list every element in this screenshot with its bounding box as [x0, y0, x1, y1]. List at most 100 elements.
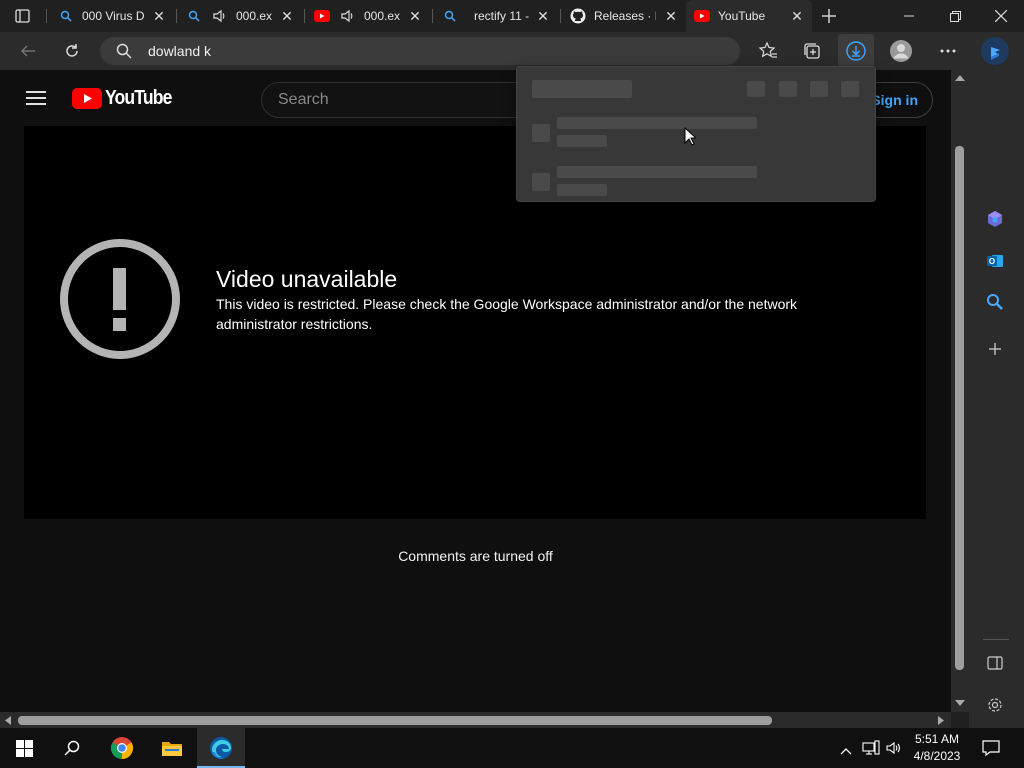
close-window-button[interactable]	[978, 0, 1024, 32]
download-item-name-placeholder	[557, 166, 757, 178]
close-tab-icon[interactable]: ✕	[152, 9, 166, 23]
downloads-flyout[interactable]	[516, 66, 876, 202]
search-placeholder: Search	[278, 91, 329, 108]
network-button[interactable]	[862, 740, 880, 756]
bing-icon	[981, 37, 1009, 65]
volume-icon	[886, 741, 900, 755]
volume-button[interactable]	[886, 740, 902, 756]
tab-title: 000 Virus D	[82, 9, 144, 23]
system-clock[interactable]: 5:51 AM 4/8/2023	[906, 731, 968, 765]
speaker-icon[interactable]	[212, 8, 228, 24]
profile-avatar-icon	[890, 40, 912, 62]
taskbar-chrome-button[interactable]	[98, 728, 146, 768]
browser-toolbar: dowland k	[0, 32, 969, 70]
tab-title: 000.exe	[236, 9, 272, 23]
edge-sidebar: O	[969, 32, 1024, 728]
hide-sidebar-button[interactable]	[984, 652, 1006, 674]
settings-and-more-button[interactable]	[933, 38, 963, 64]
close-tab-icon[interactable]: ✕	[790, 9, 804, 23]
bing-chat-button[interactable]	[980, 34, 1010, 68]
speaker-icon[interactable]	[340, 8, 356, 24]
sidebar-settings-button[interactable]	[984, 694, 1006, 716]
sign-in-label: Sign in	[871, 92, 918, 108]
search-icon	[186, 8, 202, 24]
close-tab-icon[interactable]: ✕	[280, 9, 294, 23]
minimize-button[interactable]	[886, 0, 932, 32]
refresh-button[interactable]	[54, 32, 90, 70]
tab-title: YouTube	[718, 9, 766, 23]
taskbar-file-explorer-button[interactable]	[148, 728, 196, 768]
new-tab-button[interactable]	[820, 7, 838, 25]
scroll-down-icon	[955, 700, 965, 706]
svg-text:O: O	[989, 257, 995, 266]
tab-separator	[46, 9, 47, 23]
comments-status: Comments are turned off	[398, 548, 553, 564]
sidebar-search-button[interactable]	[984, 291, 1006, 313]
clock-time: 5:51 AM	[914, 732, 960, 746]
tab-1[interactable]: 000.exe ✕	[178, 0, 302, 32]
hamburger-menu-button[interactable]	[26, 90, 46, 106]
restore-icon	[949, 10, 961, 22]
flyout-action-placeholder[interactable]	[747, 81, 765, 97]
gear-icon	[988, 698, 1002, 712]
more-dots-icon	[940, 49, 956, 53]
tab-3[interactable]: rectify 11 - ✕	[434, 0, 558, 32]
youtube-icon	[314, 8, 330, 24]
refresh-icon	[66, 44, 78, 57]
tab-5[interactable]: YouTube ✕	[686, 0, 812, 32]
tab-4[interactable]: Releases · M ✕	[562, 0, 686, 32]
sidebar-copilot-button[interactable]	[984, 208, 1006, 230]
horizontal-scroll-thumb[interactable]	[18, 716, 772, 725]
notification-icon	[982, 740, 1000, 757]
copilot-icon	[988, 211, 1002, 227]
plus-icon	[989, 343, 1001, 355]
flyout-action-placeholder[interactable]	[810, 81, 828, 97]
windows-taskbar: 5:51 AM 4/8/2023	[0, 728, 1024, 768]
close-tab-icon[interactable]: ✕	[408, 9, 422, 23]
plus-icon	[822, 9, 836, 23]
tab-separator	[560, 9, 561, 23]
downloads-button[interactable]	[838, 34, 874, 68]
youtube-icon	[694, 8, 710, 24]
tab-title: Releases · M	[594, 9, 656, 23]
download-item-status-placeholder	[557, 135, 607, 147]
flyout-action-placeholder[interactable]	[779, 81, 797, 97]
collections-button[interactable]	[797, 38, 827, 64]
tab-actions-button[interactable]	[14, 8, 32, 24]
vertical-scroll-thumb[interactable]	[955, 146, 964, 670]
close-tab-icon[interactable]: ✕	[536, 9, 550, 23]
sidebar-add-button[interactable]	[984, 338, 1006, 360]
tab-0[interactable]: 000 Virus D ✕	[50, 0, 174, 32]
scroll-left-icon	[5, 716, 11, 725]
tab-2[interactable]: 000.exe ✕	[306, 0, 430, 32]
address-bar[interactable]: dowland k	[100, 37, 740, 65]
profile-button[interactable]	[886, 38, 916, 64]
flyout-action-placeholder[interactable]	[841, 81, 859, 97]
chevron-up-icon	[840, 748, 852, 755]
close-tab-icon[interactable]: ✕	[664, 9, 678, 23]
search-icon	[987, 294, 1003, 310]
scroll-right-icon	[938, 716, 944, 725]
tab-strip: 000 Virus D ✕ 000.exe ✕ 000.exe ✕ rectif…	[0, 0, 1024, 32]
hamburger-menu-icon	[26, 91, 46, 105]
favorites-button[interactable]	[753, 38, 783, 64]
horizontal-scrollbar[interactable]	[0, 712, 951, 728]
restore-button[interactable]	[932, 0, 978, 32]
vertical-scrollbar[interactable]	[951, 70, 969, 712]
sidebar-outlook-button[interactable]: O	[984, 250, 1006, 272]
back-button[interactable]	[10, 32, 46, 70]
taskbar-search-button[interactable]	[48, 728, 96, 768]
show-hidden-icons-button[interactable]	[840, 742, 852, 755]
scroll-up-icon	[955, 75, 965, 81]
network-icon	[862, 740, 880, 755]
taskbar-edge-button[interactable]	[197, 728, 245, 768]
address-text[interactable]: dowland k	[148, 43, 211, 59]
search-icon	[442, 8, 458, 24]
youtube-logo[interactable]: YouTube	[72, 87, 181, 109]
flyout-title-placeholder	[532, 80, 632, 98]
close-icon	[995, 10, 1007, 22]
chrome-icon	[111, 737, 133, 759]
notification-center-button[interactable]	[982, 739, 1000, 757]
outlook-icon: O	[987, 255, 1003, 267]
start-button[interactable]	[0, 728, 48, 768]
